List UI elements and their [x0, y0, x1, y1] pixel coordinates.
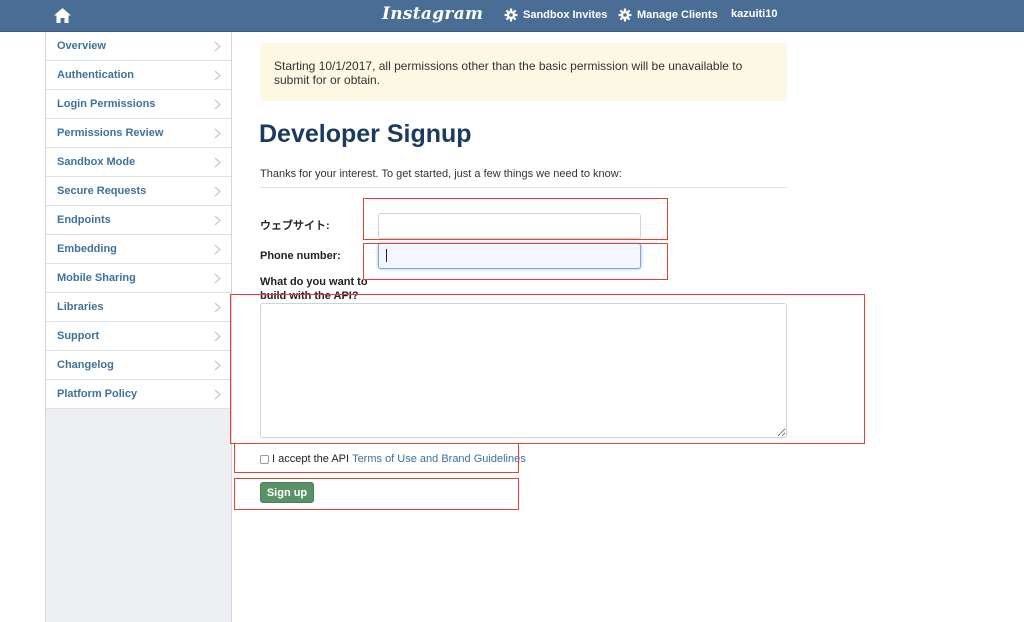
chevron-right-icon	[214, 331, 221, 342]
sidebar-item-label: Embedding	[57, 243, 117, 255]
sidebar-item-label: Changelog	[57, 359, 114, 371]
phone-label: Phone number:	[260, 250, 341, 262]
website-label: ウェブサイト:	[260, 220, 330, 232]
highlight-box	[363, 198, 668, 240]
sidebar-item-endpoints[interactable]: Endpoints	[46, 206, 231, 235]
sidebar-item-login-permissions[interactable]: Login Permissions	[46, 90, 231, 119]
sidebar-item-secure-requests[interactable]: Secure Requests	[46, 177, 231, 206]
sidebar-item-label: Platform Policy	[57, 388, 138, 400]
manage-clients-label: Manage Clients	[637, 9, 718, 21]
sidebar-item-mobile-sharing[interactable]: Mobile Sharing	[46, 264, 231, 293]
sidebar-item-label: Login Permissions	[57, 98, 156, 110]
home-icon[interactable]	[53, 7, 72, 24]
sidebar-item-embedding[interactable]: Embedding	[46, 235, 231, 264]
chevron-right-icon	[214, 128, 221, 139]
chevron-right-icon	[214, 244, 221, 255]
chevron-right-icon	[214, 273, 221, 284]
highlight-box	[234, 443, 519, 473]
highlight-box	[363, 243, 668, 280]
chevron-right-icon	[214, 99, 221, 110]
sidebar-item-sandbox-mode[interactable]: Sandbox Mode	[46, 148, 231, 177]
gear-icon	[504, 8, 518, 22]
gear-icon	[618, 8, 632, 22]
sandbox-invites-label: Sandbox Invites	[523, 9, 608, 21]
page-title: Developer Signup	[259, 120, 472, 148]
sidebar-item-permissions-review[interactable]: Permissions Review	[46, 119, 231, 148]
sidebar-nav: Overview Authentication Login Permission…	[46, 32, 231, 409]
sidebar-item-label: Overview	[57, 40, 106, 52]
manage-clients-link[interactable]: Manage Clients	[618, 8, 718, 22]
chevron-right-icon	[214, 302, 221, 313]
sidebar-item-label: Permissions Review	[57, 127, 164, 139]
sidebar-item-changelog[interactable]: Changelog	[46, 351, 231, 380]
sidebar-item-label: Libraries	[57, 301, 104, 313]
highlight-box	[230, 294, 865, 444]
permissions-notice: Starting 10/1/2017, all permissions othe…	[260, 43, 787, 101]
sidebar-item-support[interactable]: Support	[46, 322, 231, 351]
sidebar-item-label: Mobile Sharing	[57, 272, 136, 284]
sidebar-item-label: Support	[57, 330, 100, 342]
divider	[260, 187, 787, 188]
chevron-right-icon	[214, 186, 221, 197]
highlight-box	[234, 478, 519, 510]
page-lead: Thanks for your interest. To get started…	[260, 168, 622, 180]
sandbox-invites-link[interactable]: Sandbox Invites	[504, 8, 607, 22]
sidebar-item-label: Endpoints	[57, 214, 111, 226]
chevron-right-icon	[214, 215, 221, 226]
chevron-right-icon	[214, 157, 221, 168]
sidebar-item-label: Sandbox Mode	[57, 156, 136, 168]
sidebar-item-overview[interactable]: Overview	[46, 32, 231, 61]
user-menu[interactable]: kazuiti10	[731, 8, 777, 20]
sidebar-item-authentication[interactable]: Authentication	[46, 61, 231, 90]
sidebar-item-libraries[interactable]: Libraries	[46, 293, 231, 322]
brand-logo[interactable]: Instagram	[382, 4, 483, 24]
chevron-right-icon	[214, 360, 221, 371]
chevron-right-icon	[214, 389, 221, 400]
sidebar-item-platform-policy[interactable]: Platform Policy	[46, 380, 231, 409]
sidebar-item-label: Secure Requests	[57, 185, 147, 197]
chevron-right-icon	[214, 70, 221, 81]
top-navbar: Instagram Sandbox Invites Manage Clients…	[0, 0, 1024, 32]
sidebar-item-label: Authentication	[57, 69, 134, 81]
chevron-right-icon	[214, 41, 221, 52]
